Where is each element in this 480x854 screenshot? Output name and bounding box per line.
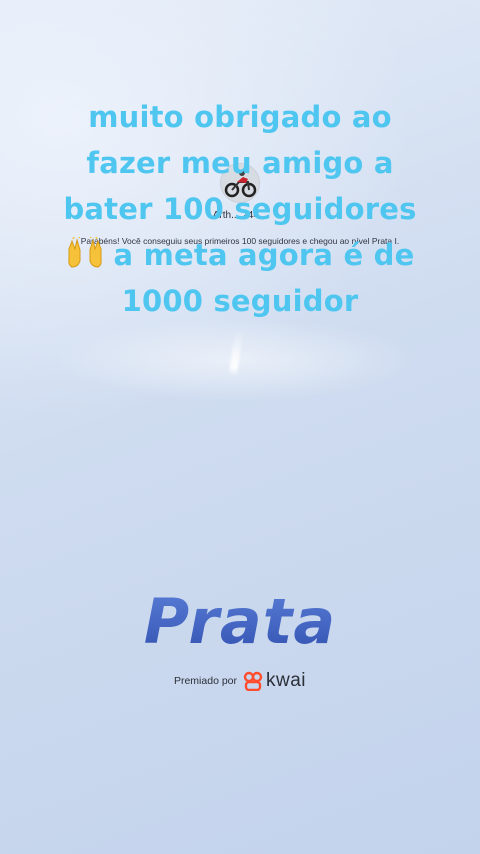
caption-line: 1000 seguidor — [121, 284, 359, 318]
caption-line: fazer meu amigo a — [86, 146, 394, 180]
awarded-label: Premiado por — [173, 675, 237, 687]
kwai-logo-icon — [243, 671, 263, 691]
level-title: Prata — [0, 585, 480, 658]
caption-line: bater 100 seguidores — [63, 192, 417, 226]
light-streak — [228, 329, 244, 377]
caption-line-with-emoji: a meta agora é de — [40, 232, 440, 278]
awarded-by: Premiado por kwai — [0, 670, 480, 692]
caption-line: a meta agora é de — [113, 238, 415, 272]
caption-line: muito obrigado ao — [88, 100, 392, 134]
brand-name: kwai — [266, 670, 307, 691]
raising-hands-icon — [67, 237, 102, 268]
level-up-screen: Arth... 244... Parabéns! Você conseguiu … — [0, 0, 480, 854]
video-caption: muito obrigado ao fazer meu amigo a bate… — [40, 94, 440, 324]
